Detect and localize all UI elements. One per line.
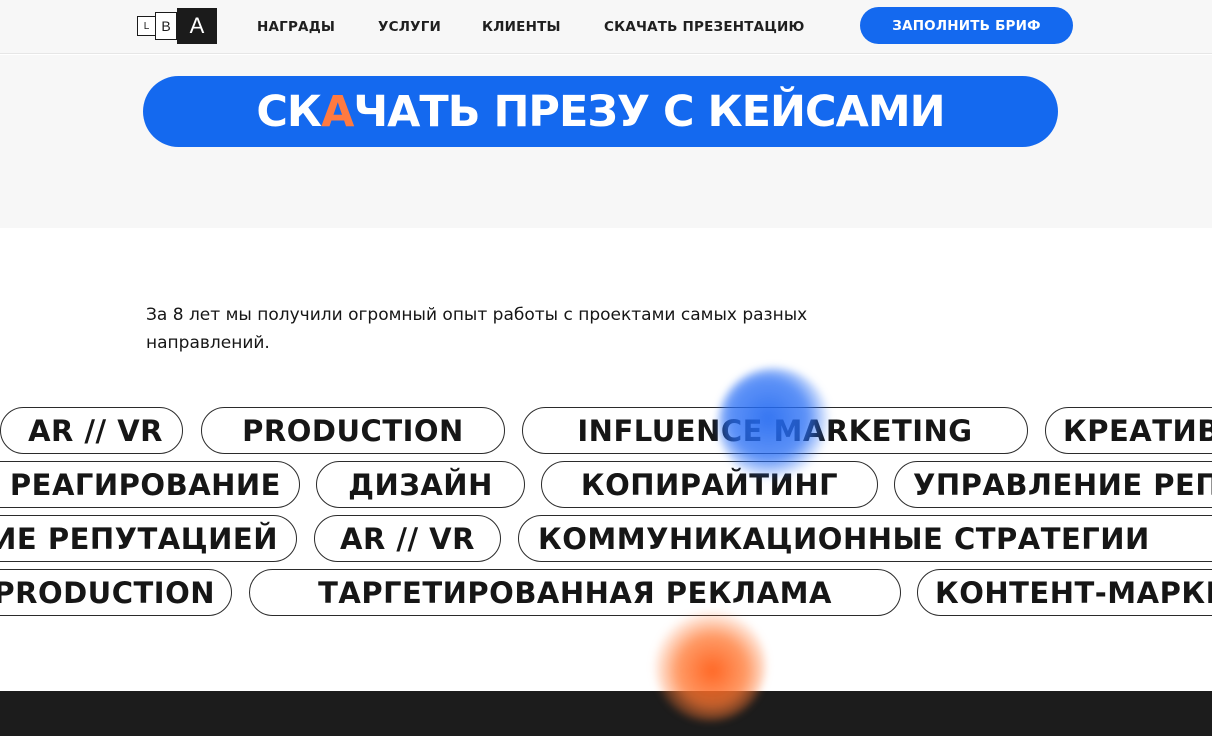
tag-copywriting: КОПИРАЙТИНГ — [541, 461, 878, 508]
tag-production: PRODUCTION — [0, 569, 232, 616]
tag-content-marketing: КОНТЕНТ-МАРКЕТИНГ — [917, 569, 1212, 616]
tag-reputation-management: УПРАВЛЕНИЕ РЕПУТАЦИЕЙ — [894, 461, 1212, 508]
tag-targeted-advertising: ТАРГЕТИРОВАННАЯ РЕКЛАМА — [249, 569, 901, 616]
dark-section-top — [0, 691, 1212, 736]
tag-reputation-management: УПРАВЛЕНИЕ РЕПУТАЦИЕЙ — [0, 515, 297, 562]
blue-blob-decoration — [718, 368, 830, 480]
tag-creative: КРЕАТИВ — [1045, 407, 1212, 454]
tag-production: PRODUCTION — [201, 407, 505, 454]
orange-blob-decoration — [654, 609, 766, 721]
tag-communication-strategies: КОММУНИКАЦИОННЫЕ СТРАТЕГИИ — [518, 515, 1212, 562]
tag-response: РЕАГИРОВАНИЕ — [0, 461, 300, 508]
tag-ar-vr: AR // VR — [314, 515, 501, 562]
services-tag-cloud: AR // VR PRODUCTION INFLUENCE MARKETING … — [0, 0, 1212, 736]
tag-design: ДИЗАЙН — [316, 461, 525, 508]
tag-ar-vr: AR // VR — [0, 407, 183, 454]
